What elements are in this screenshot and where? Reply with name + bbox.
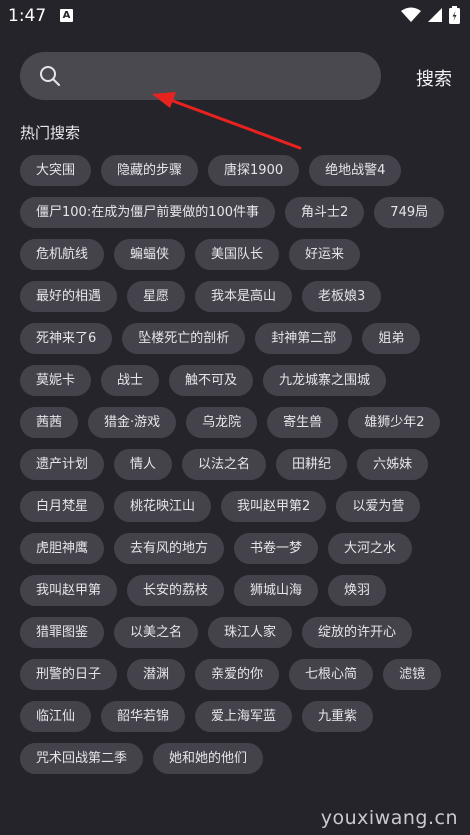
hot-search-tag[interactable]: 虎胆神鹰 [20, 533, 105, 564]
hot-search-tag[interactable]: 触不可及 [169, 365, 254, 396]
hot-search-tag[interactable]: 潜渊 [127, 659, 186, 690]
hot-search-tag[interactable]: 以美之名 [114, 617, 199, 648]
hot-search-tag[interactable]: 749局 [374, 197, 445, 228]
hot-search-tag[interactable]: 我本是高山 [195, 281, 293, 312]
status-icons [401, 6, 460, 24]
hot-search-tag[interactable]: 去有风的地方 [114, 533, 225, 564]
hot-search-tag[interactable]: 焕羽 [328, 575, 387, 606]
hot-search-tag[interactable]: 雄狮少年2 [348, 407, 441, 438]
hot-search-tag[interactable]: 狮城山海 [234, 575, 319, 606]
hot-search-tags: 大突围 隐藏的步骤 唐探1900 绝地战警4 僵尸100:在成为僵尸前要做的100件事角… [20, 155, 450, 774]
hot-search-tag[interactable]: 猎金·游戏 [88, 407, 177, 438]
hot-search-tag[interactable]: 爱上海军蓝 [195, 701, 293, 732]
search-input[interactable] [20, 52, 381, 100]
hot-search-tag[interactable]: 长安的荔枝 [127, 575, 225, 606]
hot-search-tag[interactable]: 角斗士2 [285, 197, 365, 228]
hot-search-tag[interactable]: 美国队长 [195, 239, 280, 270]
hot-search-tag[interactable]: 七根心简 [289, 659, 374, 690]
hot-search-tag[interactable]: 乌龙院 [186, 407, 258, 438]
hot-search-tag[interactable]: 最好的相遇 [20, 281, 118, 312]
hot-search-tag[interactable]: 我叫赵甲第2 [221, 491, 327, 522]
hot-search-tag[interactable]: 坠楼死亡的剖析 [122, 323, 246, 354]
hot-search-tag[interactable]: 滤镜 [383, 659, 442, 690]
hot-search-tag[interactable]: 九重紫 [302, 701, 374, 732]
hot-search-tag[interactable]: 战士 [101, 365, 160, 396]
hot-search-tag[interactable]: 珠江人家 [208, 617, 293, 648]
search-button[interactable]: 搜索 [416, 65, 452, 91]
hot-search-tag[interactable]: 封神第二部 [255, 323, 353, 354]
hot-search-tag[interactable]: 隐藏的步骤 [101, 155, 199, 186]
hot-search-tag[interactable]: 桃花映江山 [114, 491, 212, 522]
hot-search-tag[interactable]: 大突围 [20, 155, 92, 186]
hot-search-tag[interactable]: 蝙蝠侠 [114, 239, 186, 270]
hot-search-tag[interactable]: 死神来了6 [20, 323, 113, 354]
hot-search-tag[interactable]: 以法之名 [182, 449, 267, 480]
hot-search-tag[interactable]: 寄生兽 [267, 407, 339, 438]
hot-search-tag[interactable]: 九龙城寨之围城 [263, 365, 387, 396]
hot-search-tag[interactable]: 大河之水 [328, 533, 413, 564]
search-bar: 搜索 [20, 52, 452, 100]
hot-search-tag[interactable]: 情人 [114, 449, 173, 480]
hot-search-tag[interactable]: 危机航线 [20, 239, 105, 270]
battery-icon [449, 6, 460, 24]
hot-search-tag[interactable]: 绽放的许开心 [302, 617, 413, 648]
hot-search-tag[interactable]: 刑警的日子 [20, 659, 118, 690]
hot-search-tag[interactable]: 好运来 [289, 239, 361, 270]
search-icon [40, 66, 60, 86]
hot-search-tag[interactable]: 老板娘3 [302, 281, 382, 312]
status-time: 1:47 [8, 6, 47, 26]
hot-search-tag[interactable]: 唐探1900 [208, 155, 300, 186]
hot-search-tag[interactable]: 茜茜 [20, 407, 79, 438]
hot-search-tag[interactable]: 六姊妹 [357, 449, 429, 480]
hot-search-tag[interactable]: 我叫赵甲第 [20, 575, 118, 606]
hot-search-tag[interactable]: 韶华若锦 [101, 701, 186, 732]
hot-search-tag[interactable]: 姐弟 [362, 323, 421, 354]
hot-search-tag[interactable]: 绝地战警4 [309, 155, 402, 186]
hot-search-title: 热门搜索 [20, 124, 81, 142]
hot-search-tag[interactable]: 她和她的他们 [153, 743, 264, 774]
hot-search-tag[interactable]: 临江仙 [20, 701, 92, 732]
hot-search-tag[interactable]: 莫妮卡 [20, 365, 92, 396]
hot-search-tag[interactable]: 白月梵星 [20, 491, 105, 522]
signal-icon [428, 8, 442, 22]
hot-search-tag[interactable]: 僵尸100:在成为僵尸前要做的100件事 [20, 197, 276, 228]
hot-search-tag[interactable]: 咒术回战第二季 [20, 743, 144, 774]
hot-search-tag[interactable]: 星愿 [127, 281, 186, 312]
wifi-icon [401, 7, 421, 22]
hot-search-tag[interactable]: 以爱为营 [336, 491, 421, 522]
hot-search-tag[interactable]: 亲爱的你 [195, 659, 280, 690]
notification-a-icon: A [60, 9, 73, 22]
hot-search-tag[interactable]: 田耕纪 [276, 449, 348, 480]
status-bar: 1:47 A [0, 0, 470, 32]
hot-search-tag[interactable]: 遗产计划 [20, 449, 105, 480]
hot-search-tag[interactable]: 书卷一梦 [234, 533, 319, 564]
hot-search-tag[interactable]: 猎罪图鉴 [20, 617, 105, 648]
watermark: youxiwang.cn [320, 807, 458, 829]
